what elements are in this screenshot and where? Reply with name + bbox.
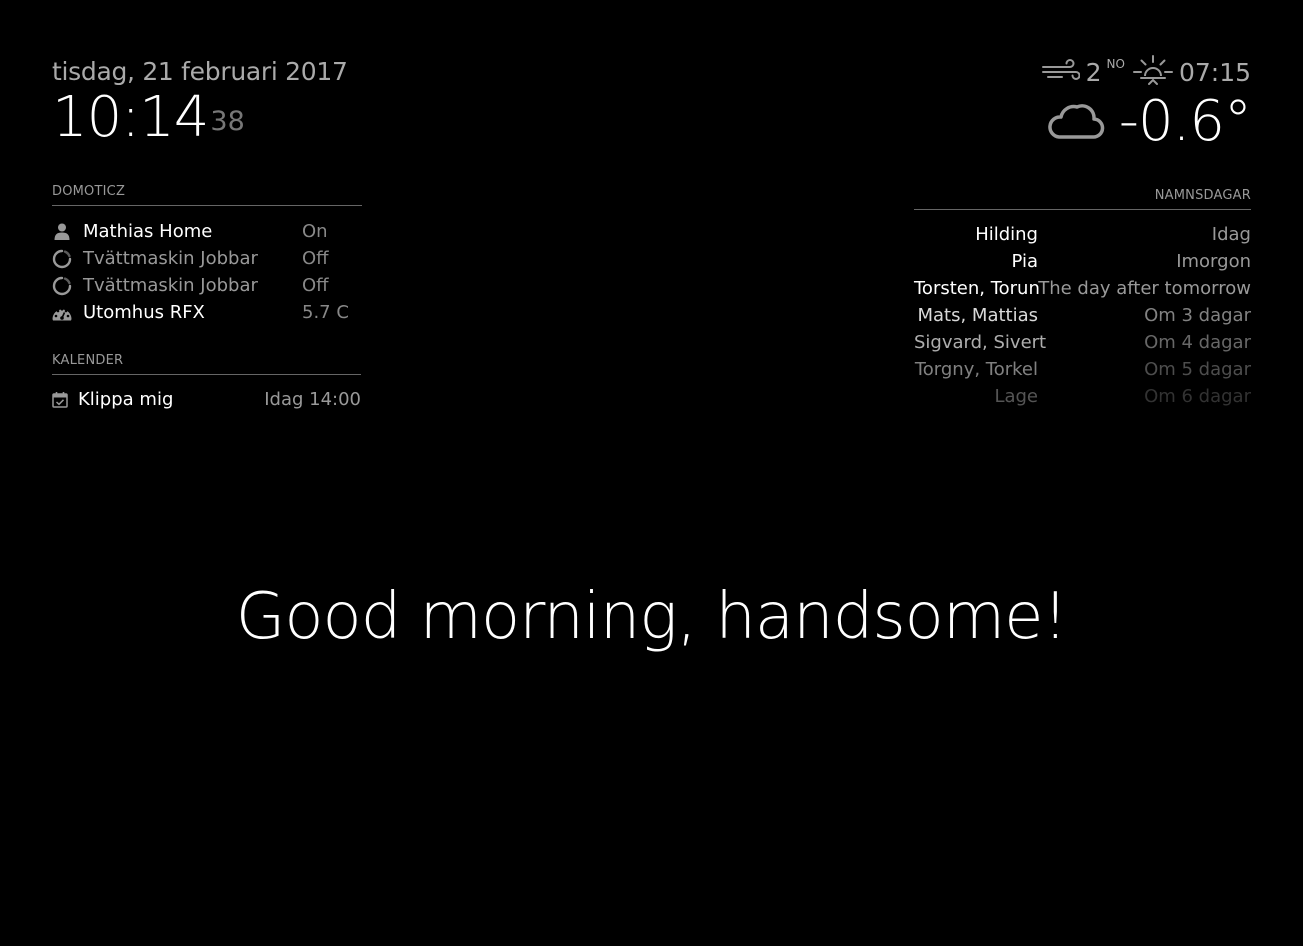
gauge-icon bbox=[52, 303, 72, 323]
nameday-row: Torgny, Torkel Om 5 dagar bbox=[914, 356, 1251, 383]
nameday-when: Idag bbox=[1211, 224, 1251, 245]
namedays-table: Hilding Idag Pia Imorgon Torsten, Torun … bbox=[914, 221, 1251, 410]
nameday-when: Om 4 dagar bbox=[1144, 332, 1251, 353]
weather-details: 2 NO 07:15 bbox=[1041, 54, 1251, 90]
device-name: Mathias Home bbox=[83, 221, 213, 242]
spinner-icon bbox=[52, 276, 72, 296]
clock-seconds: 38 bbox=[210, 106, 245, 137]
clock-time: 10:1438 bbox=[52, 88, 348, 161]
namedays-header: NAMNSDAGAR bbox=[914, 188, 1251, 210]
nameday-when: Om 5 dagar bbox=[1144, 359, 1251, 380]
nameday-names: Mats, Mattias bbox=[917, 305, 1038, 326]
domoticz-module: DOMOTICZ Mathias Home On Tvättmaskin Job… bbox=[52, 184, 362, 326]
domoticz-row: Mathias Home On bbox=[52, 218, 362, 245]
temperature: -0.6° bbox=[1118, 88, 1252, 154]
device-value: On bbox=[302, 221, 328, 242]
nameday-names: Hilding bbox=[975, 224, 1038, 245]
nameday-row: Sigvard, Sivert Om 4 dagar bbox=[914, 329, 1251, 356]
event-title: Klippa mig bbox=[78, 388, 174, 410]
clock-date: tisdag, 21 februari 2017 bbox=[52, 57, 348, 86]
device-value: Off bbox=[302, 275, 329, 296]
clock-hours-minutes: 10:14 bbox=[52, 85, 209, 150]
wind-direction: NO bbox=[1106, 57, 1125, 71]
device-value: Off bbox=[302, 248, 329, 269]
calendar-module: KALENDER Klippa mig Idag 14:00 bbox=[52, 353, 361, 413]
calendar-icon bbox=[52, 391, 69, 408]
nameday-when: The day after tomorrow bbox=[1038, 278, 1251, 299]
sunrise-time: 07:15 bbox=[1178, 57, 1251, 87]
nameday-when: Om 3 dagar bbox=[1144, 305, 1251, 326]
clock-module: tisdag, 21 februari 2017 10:1438 bbox=[52, 56, 348, 161]
spinner-icon bbox=[52, 249, 72, 269]
nameday-row: Torsten, Torun The day after tomorrow bbox=[914, 275, 1251, 302]
weather-module: 2 NO 07:15 -0.6° bbox=[1041, 54, 1252, 154]
nameday-names: Torsten, Torun bbox=[914, 278, 1040, 299]
device-name: Utomhus RFX bbox=[83, 302, 205, 323]
user-icon bbox=[52, 222, 72, 242]
nameday-when: Om 6 dagar bbox=[1144, 386, 1251, 407]
device-value: 5.7 C bbox=[302, 302, 349, 323]
calendar-header: KALENDER bbox=[52, 353, 361, 375]
domoticz-row: Tvättmaskin Jobbar Off bbox=[52, 245, 362, 272]
magic-mirror-screen: tisdag, 21 februari 2017 10:1438 DOMOTIC… bbox=[0, 0, 1303, 946]
cloud-icon bbox=[1047, 97, 1105, 145]
nameday-row: Lage Om 6 dagar bbox=[914, 383, 1251, 410]
nameday-row: Pia Imorgon bbox=[914, 248, 1252, 275]
wind-icon bbox=[1041, 59, 1081, 85]
calendar-event: Klippa mig Idag 14:00 bbox=[52, 385, 361, 413]
nameday-row: Hilding Idag bbox=[914, 221, 1251, 248]
wind-speed: 2 bbox=[1085, 57, 1102, 87]
event-time: Idag 14:00 bbox=[264, 388, 361, 410]
device-name: Tvättmaskin Jobbar bbox=[83, 248, 258, 269]
namedays-module: NAMNSDAGAR Hilding Idag Pia Imorgon Tors… bbox=[914, 188, 1251, 410]
weather-current: -0.6° bbox=[1042, 88, 1252, 154]
nameday-when: Imorgon bbox=[1176, 251, 1251, 272]
nameday-row: Mats, Mattias Om 3 dagar bbox=[914, 302, 1251, 329]
device-name: Tvättmaskin Jobbar bbox=[83, 275, 258, 296]
nameday-names: Torgny, Torkel bbox=[914, 359, 1038, 380]
domoticz-row: Tvättmaskin Jobbar Off bbox=[52, 272, 362, 299]
nameday-names: Sigvard, Sivert bbox=[914, 332, 1047, 353]
nameday-names: Pia bbox=[1011, 251, 1039, 272]
domoticz-header: DOMOTICZ bbox=[52, 184, 362, 206]
nameday-names: Lage bbox=[994, 386, 1038, 407]
domoticz-list: Mathias Home On Tvättmaskin Jobbar Off T… bbox=[52, 218, 362, 326]
domoticz-row: Utomhus RFX 5.7 C bbox=[52, 299, 362, 326]
sunrise-icon bbox=[1132, 54, 1173, 90]
compliment-text: Good morning, handsome! bbox=[235, 580, 1068, 654]
